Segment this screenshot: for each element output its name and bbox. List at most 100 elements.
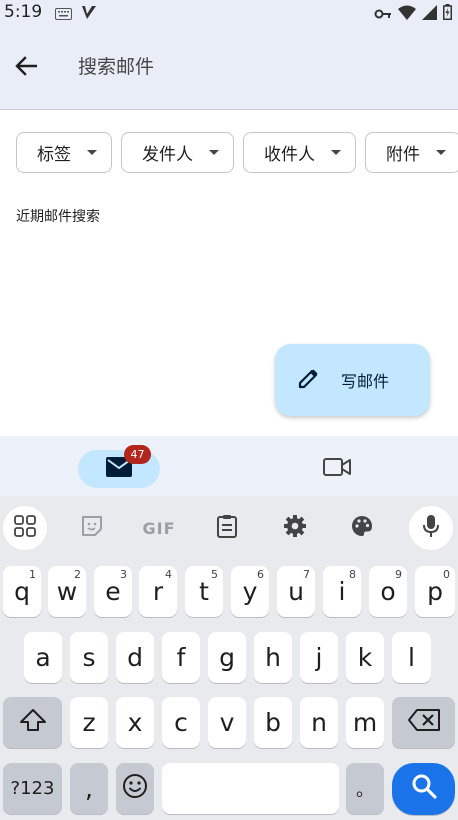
key-f[interactable]: f [162, 632, 200, 683]
sticker-icon [80, 514, 104, 542]
key-j[interactable]: j [300, 632, 338, 683]
chip-from[interactable]: 发件人 [121, 132, 234, 173]
key-s[interactable]: s [70, 632, 108, 683]
nav-meet[interactable] [321, 453, 353, 485]
keyboard-gif-button[interactable]: GIF [139, 508, 179, 548]
keyboard-theme-button[interactable] [342, 508, 382, 548]
key-v[interactable]: v [208, 697, 246, 748]
key-hint: 0 [443, 568, 450, 581]
key-e[interactable]: e3 [94, 566, 132, 617]
key-hint: 7 [303, 568, 310, 581]
keyboard-settings-button[interactable] [275, 508, 315, 548]
key-o[interactable]: o9 [369, 566, 407, 617]
compose-label: 写邮件 [341, 372, 390, 391]
emoji-icon [122, 773, 148, 805]
key-n[interactable]: n [300, 697, 338, 748]
key-h[interactable]: h [254, 632, 292, 683]
gear-icon [283, 514, 307, 542]
key-label: y [242, 577, 258, 606]
key-w[interactable]: w2 [48, 566, 86, 617]
gif-icon: GIF [142, 518, 176, 538]
keyboard-toolbar: GIF [0, 496, 458, 558]
key-p[interactable]: p0 [415, 566, 455, 617]
search-input[interactable] [78, 52, 438, 82]
key-q[interactable]: q1 [3, 566, 41, 617]
key-label: o [380, 577, 396, 606]
chip-attachment[interactable]: 附件 [365, 132, 458, 173]
comma-key[interactable]: , [70, 763, 108, 814]
clipboard-icon [216, 514, 238, 542]
key-label: u [288, 577, 304, 606]
search-app-bar [0, 26, 458, 110]
key-hint: 9 [395, 568, 402, 581]
key-t[interactable]: t5 [185, 566, 223, 617]
key-label: w [56, 577, 78, 606]
shift-key[interactable] [3, 697, 62, 748]
space-key[interactable] [162, 763, 339, 814]
chip-label: 收件人 [264, 145, 315, 165]
status-bar: 5:19 [0, 0, 458, 26]
compose-button[interactable]: 写邮件 [275, 344, 430, 416]
backspace-icon [407, 708, 440, 737]
app-notification-icon [81, 5, 97, 24]
videocam-icon [323, 457, 351, 481]
key-i[interactable]: i8 [323, 566, 361, 617]
arrow-back-icon [15, 56, 38, 80]
key-hint: 1 [29, 568, 36, 581]
key-label: e [105, 577, 121, 606]
key-z[interactable]: z [70, 697, 108, 748]
palette-icon [350, 514, 374, 542]
recent-searches-title: 近期邮件搜索 [16, 209, 100, 225]
key-u[interactable]: u7 [277, 566, 315, 617]
apps-icon [14, 515, 36, 541]
filter-chips: 标签 发件人 收件人 附件 [16, 132, 458, 173]
symbols-key[interactable]: ?123 [3, 763, 62, 814]
emoji-key[interactable] [116, 763, 154, 814]
search-icon [411, 773, 437, 805]
shift-icon [19, 708, 47, 738]
wifi-icon [398, 5, 416, 24]
dropdown-arrow-icon [436, 150, 446, 155]
signal-icon [422, 4, 437, 24]
key-k[interactable]: k [346, 632, 384, 683]
key-hint: 6 [257, 568, 264, 581]
key-label: t [199, 577, 209, 606]
dropdown-arrow-icon [87, 150, 97, 155]
key-a[interactable]: a [24, 632, 62, 683]
vpn-key-icon [374, 5, 392, 24]
key-c[interactable]: c [162, 697, 200, 748]
search-key[interactable] [392, 763, 455, 815]
mic-icon [422, 514, 440, 542]
key-label: r [152, 577, 164, 606]
battery-icon [443, 4, 452, 24]
key-hint: 3 [120, 568, 127, 581]
key-l[interactable]: l [392, 632, 431, 683]
on-screen-keyboard: GIF q1 w2 e3 r4 t5 y6 u7 i8 o9 p0 a s d … [0, 496, 458, 820]
chip-label: 标签 [37, 145, 71, 165]
key-hint: 2 [74, 568, 81, 581]
period-key[interactable]: 。 [346, 763, 384, 814]
key-g[interactable]: g [208, 632, 246, 683]
back-button[interactable] [6, 48, 46, 88]
key-r[interactable]: r4 [139, 566, 177, 617]
chip-label: 附件 [386, 145, 420, 165]
key-b[interactable]: b [254, 697, 292, 748]
key-label: p [427, 577, 443, 606]
keyboard-apps-button[interactable] [3, 506, 47, 550]
voice-input-button[interactable] [409, 506, 453, 550]
key-d[interactable]: d [116, 632, 154, 683]
chip-labels[interactable]: 标签 [16, 132, 112, 173]
key-m[interactable]: m [346, 697, 384, 748]
keyboard-notification-icon [55, 5, 72, 24]
unread-count-badge: 47 [124, 445, 151, 464]
keyboard-sticker-button[interactable] [72, 508, 112, 548]
key-x[interactable]: x [116, 697, 154, 748]
chip-to[interactable]: 收件人 [243, 132, 356, 173]
bottom-navigation: 47 [0, 436, 458, 496]
key-y[interactable]: y6 [231, 566, 269, 617]
key-hint: 5 [211, 568, 218, 581]
status-time: 5:19 [4, 2, 43, 22]
keyboard-clipboard-button[interactable] [207, 508, 247, 548]
dropdown-arrow-icon [331, 150, 341, 155]
backspace-key[interactable] [392, 697, 455, 748]
